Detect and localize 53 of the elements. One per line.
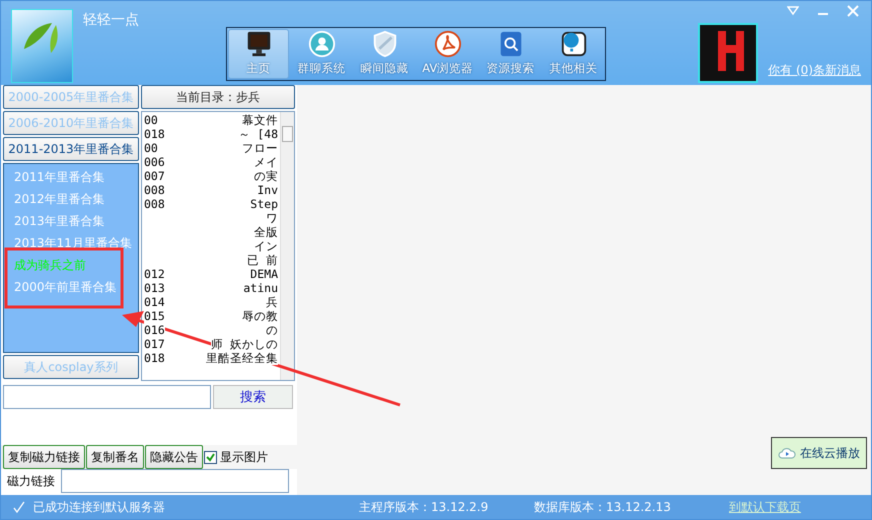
document-reader-icon [432, 30, 463, 58]
magnet-link-label: 磁力链接 [7, 472, 55, 490]
database-version: 数据库版本：13.12.2.13 [534, 498, 672, 516]
row-number: 013 [144, 281, 165, 295]
row-number: 014 [144, 295, 165, 309]
row-number: 00 [144, 141, 158, 155]
row-title[interactable]: の実 [254, 169, 278, 183]
row-title[interactable]: イン [254, 239, 278, 253]
check-icon [13, 501, 25, 513]
row-title[interactable]: 里酷圣经全集 [206, 351, 278, 365]
logo-picture [698, 23, 758, 83]
row-title[interactable]: ワ [266, 211, 278, 225]
people-icon [306, 30, 337, 58]
magnet-link-field[interactable] [61, 469, 289, 493]
action-button[interactable]: 复制磁力链接 [3, 445, 85, 469]
cloud-play-button[interactable]: 在线云播放 [771, 437, 867, 469]
row-title[interactable]: ～ [48 [238, 127, 278, 141]
search-button[interactable]: 搜索 [213, 385, 293, 409]
search-field[interactable] [3, 385, 211, 409]
row-title[interactable]: 辱の教 [242, 309, 278, 323]
row-title[interactable]: メイ [254, 155, 278, 169]
row-title[interactable]: 兵 [266, 295, 278, 309]
cloud-play-icon [778, 446, 796, 460]
row-number: 00 [144, 113, 158, 127]
row-number: 015 [144, 309, 165, 323]
row-number: 017 [144, 337, 165, 351]
row-title[interactable]: DEMA [250, 267, 278, 281]
row-title[interactable]: 师 妖かしの [211, 337, 278, 351]
row-number: 018 [144, 351, 165, 365]
row-title[interactable]: フロー [242, 141, 278, 155]
row-number: 008 [144, 197, 165, 211]
row-title[interactable]: atinu [243, 281, 278, 295]
action-button[interactable]: 复制番名 [86, 445, 144, 469]
row-number: 018 [144, 127, 165, 141]
show-images-checkbox[interactable] [204, 450, 217, 464]
show-images-label: 显示图片 [220, 448, 268, 466]
category-button[interactable]: 2011-2013年里番合集 [3, 137, 139, 161]
row-title[interactable]: Step [250, 197, 278, 211]
current-directory-button[interactable]: 当前目录：步兵 [141, 85, 295, 109]
row-number: 016 [144, 323, 165, 337]
scrollbar[interactable] [280, 112, 294, 380]
row-number: 007 [144, 169, 165, 183]
row-number: 012 [144, 267, 165, 281]
row-title[interactable]: 幕文件 [242, 113, 278, 127]
window-title: 轻轻一点 [83, 11, 140, 29]
row-title[interactable]: 全版 [254, 225, 278, 239]
row-number: 008 [144, 183, 165, 197]
row-title[interactable]: 已 前 [247, 253, 278, 267]
action-button[interactable]: 隐藏公告 [145, 445, 203, 469]
row-title[interactable]: Inv [257, 183, 278, 197]
program-version: 主程序版本：13.12.2.9 [359, 498, 490, 516]
row-number: 006 [144, 155, 165, 169]
connection-status: 已成功连接到默认服务器 [33, 498, 166, 516]
